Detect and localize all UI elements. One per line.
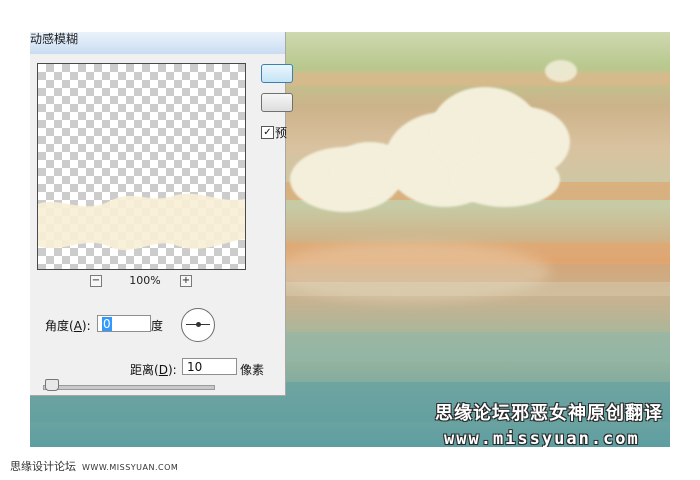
angle-label-text: 角度( bbox=[45, 319, 74, 333]
preview-area[interactable] bbox=[37, 63, 246, 270]
distance-slider-thumb[interactable] bbox=[44, 379, 59, 391]
preview-checkbox-label: 预 bbox=[275, 126, 288, 140]
cloud bbox=[545, 60, 577, 82]
preview-checkbox[interactable]: ✓ bbox=[261, 126, 274, 139]
distance-slider[interactable] bbox=[43, 385, 215, 390]
distance-label-suffix: ): bbox=[167, 363, 177, 377]
dialog-title-bar[interactable]: 动感模糊 bbox=[30, 32, 285, 54]
watermark-title: 思缘论坛邪恶女神原创翻译 bbox=[435, 403, 663, 424]
angle-label-suffix: ): bbox=[81, 319, 91, 333]
distance-label: 距离(D): bbox=[130, 361, 177, 378]
angle-label: 角度(A): bbox=[45, 317, 91, 334]
dialog-title: 动感模糊 bbox=[30, 32, 79, 46]
angle-value: 0 bbox=[102, 317, 112, 331]
distance-input[interactable]: 10 bbox=[182, 358, 237, 375]
zoom-out-button[interactable]: − bbox=[90, 275, 102, 287]
preview-blur-shape bbox=[38, 193, 245, 251]
angle-label-key: A bbox=[73, 319, 82, 333]
cloud-reflection bbox=[270, 242, 550, 302]
cancel-button[interactable] bbox=[261, 93, 293, 112]
distance-unit: 像素 bbox=[240, 363, 265, 377]
distance-label-key: D bbox=[158, 363, 168, 377]
motion-blur-dialog: 动感模糊 − 100% + 角度(A): 0 度 距离(D): 10 像素 bbox=[30, 32, 286, 396]
footer-url: WWW.MISSYUAN.COM bbox=[82, 463, 179, 472]
angle-input[interactable]: 0 bbox=[97, 315, 151, 332]
zoom-in-button[interactable]: + bbox=[180, 275, 192, 287]
angle-dial[interactable] bbox=[181, 308, 215, 342]
zoom-level: 100% bbox=[129, 274, 161, 287]
zoom-controls: − 100% + bbox=[90, 274, 200, 289]
angle-dial-center bbox=[196, 322, 201, 327]
cloud bbox=[450, 152, 560, 207]
watermark-url: www.missyuan.com bbox=[444, 429, 640, 447]
footer-site-name: 思缘设计论坛 bbox=[10, 460, 76, 473]
footer-credit: 思缘设计论坛 WWW.MISSYUAN.COM bbox=[10, 458, 178, 474]
ok-button[interactable] bbox=[261, 64, 293, 83]
distance-label-text: 距离( bbox=[130, 363, 159, 377]
angle-unit: 度 bbox=[151, 319, 164, 333]
